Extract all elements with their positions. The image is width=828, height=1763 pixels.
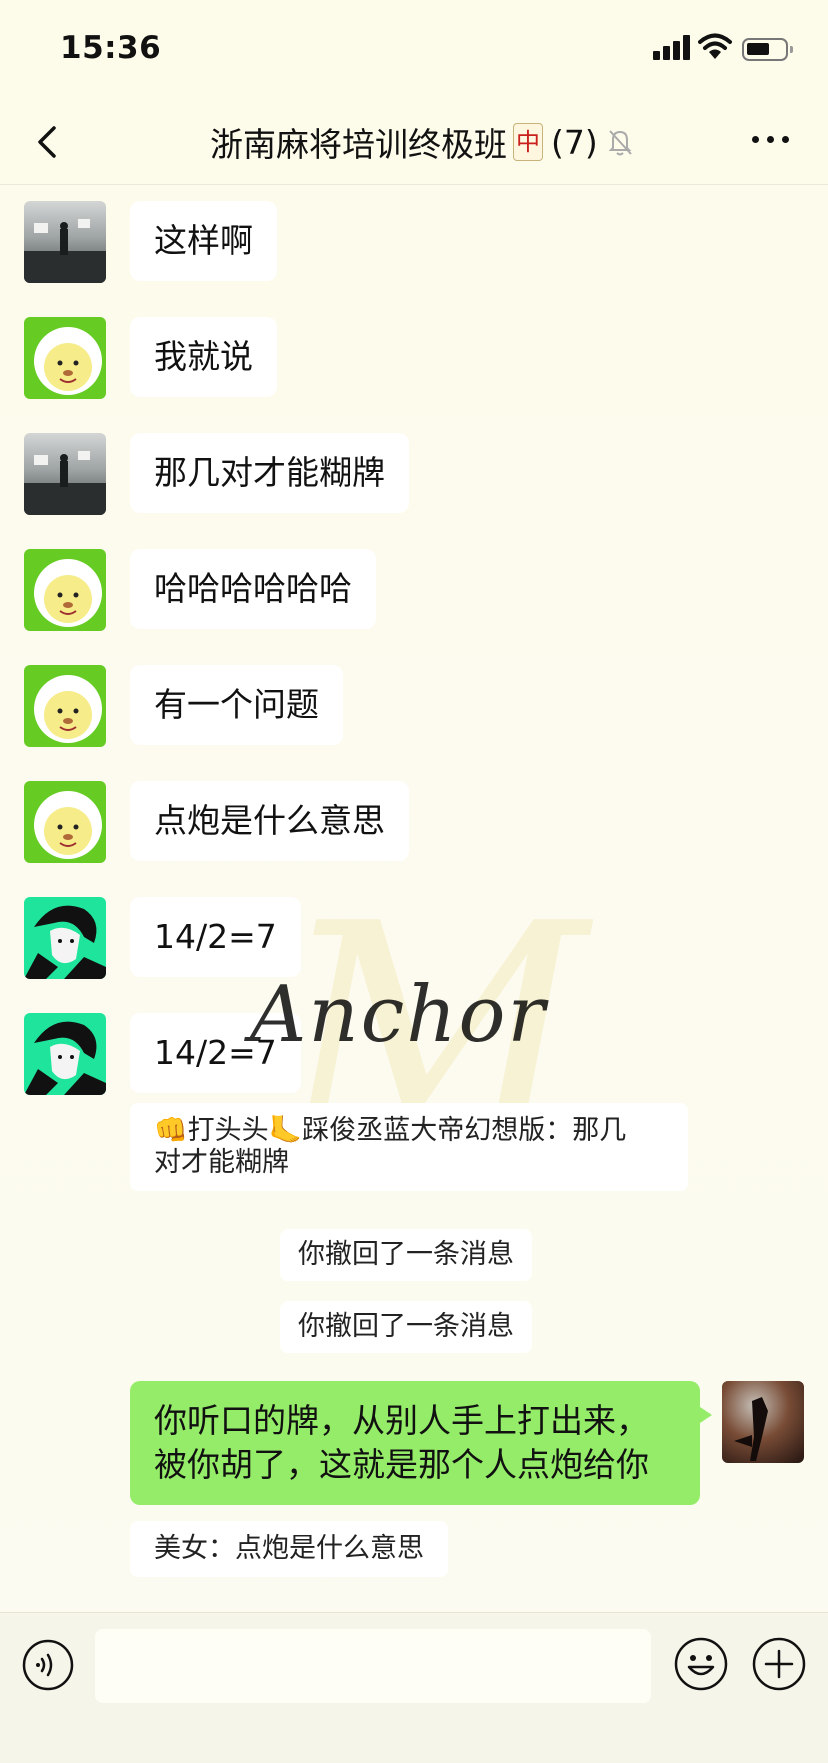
message-bubble[interactable]: 14/2=7 xyxy=(130,897,301,977)
my-avatar[interactable] xyxy=(722,1381,804,1463)
voice-input-icon[interactable] xyxy=(22,1639,74,1691)
emoji-icon[interactable] xyxy=(674,1637,728,1691)
message-bubble[interactable]: 哈哈哈哈哈哈 xyxy=(130,549,376,629)
avatar-sheep[interactable] xyxy=(24,549,106,631)
message-bubble[interactable]: 有一个问题 xyxy=(130,665,343,745)
avatar-landscape-figure[interactable] xyxy=(24,201,106,283)
message-bubble[interactable]: 点炮是什么意思 xyxy=(130,781,409,861)
watermark-text: Anchor xyxy=(250,970,547,1060)
quoted-message-line: 👊打头头🦶踩俊丞蓝大帝幻想版：那几 xyxy=(154,1115,627,1146)
avatar-sheep[interactable] xyxy=(24,665,106,747)
recall-notice[interactable]: 你撤回了一条消息 xyxy=(280,1229,532,1281)
mahjong-tile-icon: 中 xyxy=(513,123,543,161)
avatar-sheep[interactable] xyxy=(24,781,106,863)
avatar-sheep[interactable] xyxy=(24,317,106,399)
my-message-line: 你听口的牌，从别人手上打出来， xyxy=(154,1401,649,1440)
chat-area: M 这样啊 我就说 那几对才能糊牌 哈哈哈哈哈哈 有一个问题 点炮是什么意思 1… xyxy=(0,185,828,1610)
member-count: (7) xyxy=(551,122,598,162)
add-more-icon[interactable] xyxy=(752,1637,806,1691)
quoted-message[interactable]: 👊打头头🦶踩俊丞蓝大帝幻想版：那几 对才能糊牌 xyxy=(130,1103,688,1191)
my-message-line: 被你胡了，这就是那个人点炮给你 xyxy=(154,1445,649,1484)
status-time: 15:36 xyxy=(60,30,162,66)
chat-header: 浙南麻将培训终极班 中 (7) xyxy=(0,100,828,185)
reply-quote[interactable]: 美女：点炮是什么意思 xyxy=(130,1521,448,1577)
message-bubble[interactable]: 那几对才能糊牌 xyxy=(130,433,409,513)
wifi-icon xyxy=(698,33,732,59)
avatar-landscape-figure[interactable] xyxy=(24,433,106,515)
more-options-icon[interactable] xyxy=(752,136,792,146)
avatar-anime-character[interactable] xyxy=(24,897,106,979)
quoted-message-line: 对才能糊牌 xyxy=(154,1147,289,1178)
status-bar: 15:36 xyxy=(0,0,828,100)
avatar-anime-character[interactable] xyxy=(24,1013,106,1095)
recall-notice[interactable]: 你撤回了一条消息 xyxy=(280,1301,532,1353)
message-bubble[interactable]: 我就说 xyxy=(130,317,277,397)
my-message-bubble[interactable]: 你听口的牌，从别人手上打出来， 被你胡了，这就是那个人点炮给你 xyxy=(130,1381,712,1505)
back-arrow-icon[interactable] xyxy=(30,122,66,162)
battery-icon xyxy=(742,38,793,61)
mute-bell-icon xyxy=(608,130,632,156)
input-bar xyxy=(0,1612,828,1763)
group-name: 浙南麻将培训终极班 xyxy=(210,125,507,164)
message-bubble[interactable]: 这样啊 xyxy=(130,201,277,281)
message-input[interactable] xyxy=(95,1629,651,1703)
cellular-signal-icon xyxy=(653,34,691,60)
group-title: 浙南麻将培训终极班 中 (7) xyxy=(210,120,634,164)
